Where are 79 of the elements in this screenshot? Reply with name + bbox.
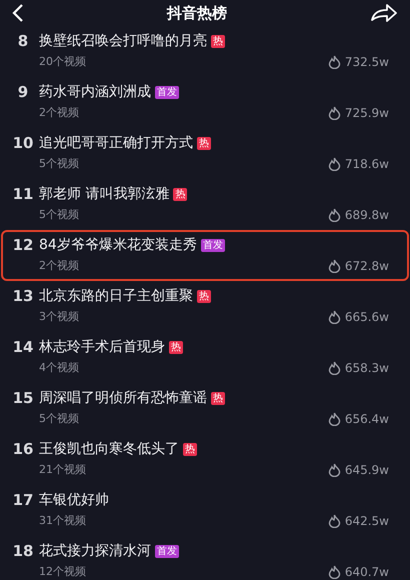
rank-number: 13	[12, 287, 34, 305]
heat-value: 718.6w	[344, 156, 389, 170]
heat-value: 642.5w	[344, 514, 389, 528]
topic-tag: 首发	[155, 544, 179, 558]
list-item[interactable]: 18 花式接力探清水河 首发 12个视频 640.7w	[1, 536, 409, 580]
list-item[interactable]: 8 换壁纸召唤会打呼噜的月亮 热 20个视频 732.5w	[1, 26, 409, 77]
topic-tag: 热	[169, 340, 183, 354]
topic-title: 药水哥内涵刘洲成	[39, 83, 151, 101]
flame-icon	[328, 208, 341, 222]
flame-icon	[328, 412, 341, 426]
topic-tag: 热	[211, 392, 225, 404]
list-item[interactable]: 10 追光吧哥哥正确打开方式 热 5个视频 718.6w	[1, 128, 409, 179]
topic-tag: 热	[173, 188, 188, 200]
flame-icon	[328, 514, 341, 528]
topic-tag: 首发	[155, 86, 179, 98]
heat-value: 672.8w	[344, 258, 389, 272]
topic-title: 追光吧哥哥正确打开方式	[39, 134, 193, 152]
topic-title: 换壁纸召唤会打呼噜的月亮	[39, 32, 207, 50]
highlighted-list-item[interactable]: 12 84岁爷爷爆米花变装走秀 首发 2个视频 672.8w	[1, 230, 409, 281]
video-count: 5个视频	[39, 207, 80, 222]
heat-value: 645.9w	[344, 462, 389, 476]
topic-title: 车银优好帅	[39, 491, 109, 509]
topic-title: 北京东路的日子主创重聚	[39, 287, 193, 305]
topic-tag: 热	[211, 34, 225, 48]
rank-number: 9	[16, 83, 30, 101]
page-title: 抖音热榜	[167, 4, 227, 22]
list-item[interactable]: 14 林志玲手术后首现身 热 4个视频 658.3w	[1, 332, 409, 383]
rank-number: 10	[12, 134, 34, 152]
list-item[interactable]: 15 周深唱了明侦所有恐怖童谣 热 5个视频 656.4w	[1, 383, 409, 434]
video-count: 20个视频	[39, 54, 87, 69]
heat-value: 656.4w	[344, 412, 389, 426]
video-count: 2个视频	[39, 105, 80, 120]
video-count: 12个视频	[39, 564, 87, 579]
flame-icon	[328, 360, 341, 374]
heat-value: 658.3w	[344, 360, 389, 374]
rank-number: 17	[12, 491, 34, 509]
list-item[interactable]: 17 车银优好帅 31个视频 642.5w	[1, 485, 409, 536]
topic-tag: 热	[183, 442, 197, 456]
flame-icon	[328, 462, 341, 476]
topic-tag: 热	[197, 290, 211, 302]
rank-number: 15	[12, 389, 34, 407]
topic-tag: 热	[197, 136, 211, 150]
topic-title: 花式接力探清水河	[39, 542, 151, 560]
back-icon[interactable]	[12, 3, 24, 23]
rank-number: 16	[12, 440, 34, 458]
list-item[interactable]: 11 郭老师 请叫我郭泫雅 热 5个视频 689.8w	[1, 179, 409, 230]
topic-title: 郭老师 请叫我郭泫雅	[39, 185, 170, 203]
share-icon[interactable]	[370, 3, 398, 23]
heat-value: 640.7w	[344, 564, 389, 578]
video-count: 5个视频	[39, 411, 80, 426]
heat-value: 689.8w	[344, 208, 389, 222]
video-count: 2个视频	[39, 258, 80, 273]
topic-title: 周深唱了明侦所有恐怖童谣	[39, 389, 207, 407]
topic-title: 84岁爷爷爆米花变装走秀	[39, 236, 197, 254]
video-count: 4个视频	[39, 360, 80, 375]
video-count: 3个视频	[39, 309, 80, 324]
topic-title: 王俊凯也向寒冬低头了	[39, 440, 179, 458]
rank-number: 12	[12, 236, 34, 254]
flame-icon	[328, 258, 341, 272]
flame-icon	[328, 106, 341, 120]
heat-value: 732.5w	[344, 54, 389, 68]
topic-tag: 首发	[200, 238, 225, 252]
flame-icon	[328, 156, 341, 170]
flame-icon	[328, 564, 341, 578]
flame-icon	[328, 310, 341, 324]
video-count: 31个视频	[39, 513, 87, 528]
rank-number: 8	[16, 32, 30, 50]
video-count: 5个视频	[39, 156, 80, 171]
topic-title: 林志玲手术后首现身	[39, 338, 165, 356]
heat-value: 665.6w	[344, 310, 389, 324]
heat-value: 725.9w	[344, 106, 389, 120]
rank-number: 11	[12, 185, 34, 203]
flame-icon	[328, 54, 341, 68]
video-count: 21个视频	[39, 462, 87, 477]
list-item[interactable]: 13 北京东路的日子主创重聚 热 3个视频 665.6w	[1, 281, 409, 332]
list-item[interactable]: 9 药水哥内涵刘洲成 首发 2个视频 725.9w	[1, 77, 409, 128]
rank-number: 14	[12, 338, 34, 356]
list-item[interactable]: 16 王俊凯也向寒冬低头了 热 21个视频 645.9w	[1, 434, 409, 485]
rank-number: 18	[12, 542, 34, 560]
